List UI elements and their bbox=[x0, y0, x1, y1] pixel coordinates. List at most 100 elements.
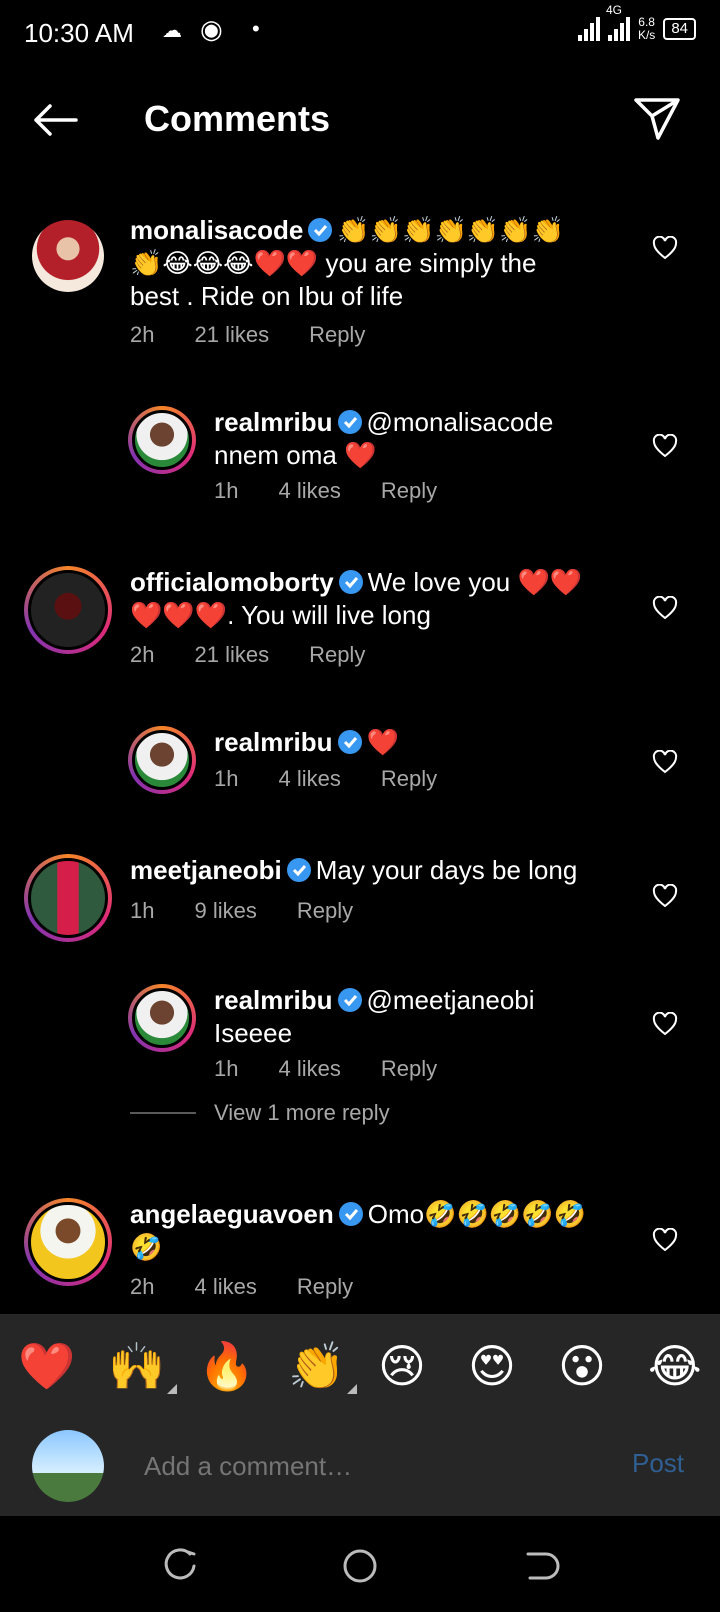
post-button[interactable]: Post bbox=[632, 1448, 684, 1479]
likes-count[interactable]: 4 likes bbox=[278, 478, 340, 504]
heart-outline-icon[interactable] bbox=[652, 434, 678, 458]
network-type-label: 4G bbox=[605, 3, 622, 17]
comments-header: Comments bbox=[0, 88, 720, 152]
comment-time: 2h bbox=[130, 642, 155, 667]
signal-icon bbox=[577, 17, 600, 41]
comment-meta: 2h 4 likes Reply bbox=[130, 1274, 353, 1300]
verified-badge-icon bbox=[337, 730, 362, 754]
comment-text: May your days be long bbox=[315, 855, 578, 885]
speed-unit: K/s bbox=[637, 28, 656, 42]
emoji-clap-button[interactable]: 👏 bbox=[288, 1336, 358, 1396]
verified-badge-icon bbox=[337, 988, 362, 1012]
skin-tone-indicator-icon bbox=[347, 1384, 358, 1394]
verified-badge-icon bbox=[286, 858, 311, 882]
reply-button[interactable]: Reply bbox=[381, 766, 437, 792]
heart-outline-icon[interactable] bbox=[652, 750, 678, 774]
emoji-heart-button[interactable]: ❤️ bbox=[18, 1336, 75, 1396]
comment-text: 👏😂😂😂❤️❤️ you are simply the bbox=[130, 248, 537, 278]
comment-body: realmribu @meetjaneobi Iseeee bbox=[214, 984, 624, 1050]
comment-username[interactable]: meetjaneobi bbox=[130, 855, 282, 885]
back-arrow-icon[interactable] bbox=[30, 102, 80, 138]
reply-button[interactable]: Reply bbox=[381, 1056, 437, 1082]
likes-count[interactable]: 21 likes bbox=[194, 642, 269, 668]
emoji-glyph: 🙌 bbox=[108, 1340, 166, 1392]
heart-outline-icon[interactable] bbox=[652, 236, 678, 260]
comment-text: Omo🤣🤣🤣🤣🤣 bbox=[367, 1199, 586, 1229]
reply-button[interactable]: Reply bbox=[297, 898, 353, 924]
comment-text: Iseeee bbox=[214, 1018, 293, 1048]
comment-time: 1h bbox=[214, 766, 239, 791]
heart-outline-icon[interactable] bbox=[652, 596, 678, 620]
comment-time: 1h bbox=[214, 478, 239, 503]
emoji-heart-eyes-button[interactable]: 😍 bbox=[468, 1336, 516, 1396]
comment-text: best . Ride on Ibu of life bbox=[130, 281, 404, 311]
avatar[interactable] bbox=[24, 854, 112, 942]
comment-meta: 1h 9 likes Reply bbox=[130, 898, 353, 924]
emoji-crying-button[interactable]: 😢 bbox=[378, 1336, 426, 1396]
status-bar: 10:30 AM ☁ ◉ • 4G 6.8 K/s 84 bbox=[0, 0, 720, 66]
avatar[interactable] bbox=[128, 406, 196, 474]
reply-button[interactable]: Reply bbox=[297, 1274, 353, 1300]
heart-outline-icon[interactable] bbox=[652, 1228, 678, 1252]
comment-text[interactable]: @monalisacode bbox=[367, 407, 554, 437]
heart-outline-icon[interactable] bbox=[652, 1012, 678, 1036]
recent-apps-icon[interactable] bbox=[160, 1546, 200, 1586]
reply-button[interactable]: Reply bbox=[309, 322, 365, 348]
comment-text[interactable]: @meetjaneobi bbox=[367, 985, 535, 1015]
heart-outline-icon[interactable] bbox=[652, 884, 678, 908]
reply-button[interactable]: Reply bbox=[309, 642, 365, 668]
verified-badge-icon bbox=[338, 1202, 363, 1226]
view-more-replies-button[interactable]: View 1 more reply bbox=[130, 1100, 390, 1126]
comment-meta: 1h 4 likes Reply bbox=[214, 766, 437, 792]
add-comment-input[interactable] bbox=[144, 1444, 584, 1488]
comment-username[interactable]: realmribu bbox=[214, 985, 333, 1015]
avatar[interactable] bbox=[128, 984, 196, 1052]
avatar[interactable] bbox=[32, 220, 104, 292]
comment-time: 1h bbox=[130, 898, 155, 923]
comment-meta: 1h 4 likes Reply bbox=[214, 1056, 437, 1082]
emoji-raised-hands-button[interactable]: 🙌 bbox=[108, 1336, 178, 1396]
current-user-avatar bbox=[32, 1430, 104, 1502]
back-nav-icon[interactable] bbox=[520, 1546, 560, 1586]
likes-count[interactable]: 21 likes bbox=[194, 322, 269, 348]
cloud-notification-icon: ☁ bbox=[162, 20, 182, 42]
emoji-surprised-button[interactable]: 😮 bbox=[558, 1336, 606, 1396]
comment-username[interactable]: realmribu bbox=[214, 407, 333, 437]
skin-tone-indicator-icon bbox=[167, 1384, 178, 1394]
verified-badge-icon bbox=[337, 410, 362, 434]
comment-text: 🤣 bbox=[130, 1232, 163, 1262]
home-icon[interactable] bbox=[340, 1546, 380, 1586]
comment-username[interactable]: angelaeguavoen bbox=[130, 1199, 334, 1229]
comment-body: realmribu @monalisacode nnem oma ❤️ bbox=[214, 406, 624, 472]
comment-username[interactable]: officialomoborty bbox=[130, 567, 334, 597]
avatar[interactable] bbox=[128, 726, 196, 794]
comment-text: nnem oma ❤️ bbox=[214, 440, 377, 470]
comment-text: 👏👏👏👏👏👏👏 bbox=[337, 215, 565, 245]
likes-count[interactable]: 9 likes bbox=[194, 898, 256, 924]
likes-count[interactable]: 4 likes bbox=[278, 1056, 340, 1082]
comment-time: 2h bbox=[130, 1274, 155, 1299]
emoji-fire-button[interactable]: 🔥 bbox=[198, 1336, 255, 1396]
comment-meta: 1h 4 likes Reply bbox=[214, 478, 437, 504]
signal-4g-icon: 4G bbox=[606, 3, 630, 41]
comment-username[interactable]: monalisacode bbox=[130, 215, 303, 245]
verified-badge-icon bbox=[338, 570, 363, 594]
avatar[interactable] bbox=[24, 1198, 112, 1286]
likes-count[interactable]: 4 likes bbox=[278, 766, 340, 792]
likes-count[interactable]: 4 likes bbox=[194, 1274, 256, 1300]
view-more-label[interactable]: View 1 more reply bbox=[214, 1100, 390, 1126]
comment-body: realmribu ❤️ bbox=[214, 726, 624, 759]
emoji-laughing-button[interactable]: 😂 bbox=[648, 1336, 702, 1396]
reply-button[interactable]: Reply bbox=[381, 478, 437, 504]
comment-username[interactable]: realmribu bbox=[214, 727, 333, 757]
comment-body: officialomoborty We love you ❤️❤️ ❤️❤️❤️.… bbox=[130, 566, 620, 632]
avatar[interactable] bbox=[24, 566, 112, 654]
status-time: 10:30 AM bbox=[24, 18, 134, 48]
comment-text: ❤️ bbox=[366, 727, 399, 757]
network-speed: 6.8 K/s bbox=[638, 16, 655, 42]
comment-text: ❤️❤️❤️. You will live long bbox=[130, 600, 431, 630]
app-notification-icon: ◉ bbox=[200, 14, 223, 44]
paper-plane-icon[interactable] bbox=[632, 96, 682, 142]
comment-body: meetjaneobi May your days be long bbox=[130, 854, 620, 887]
comment-time: 2h bbox=[130, 322, 155, 347]
